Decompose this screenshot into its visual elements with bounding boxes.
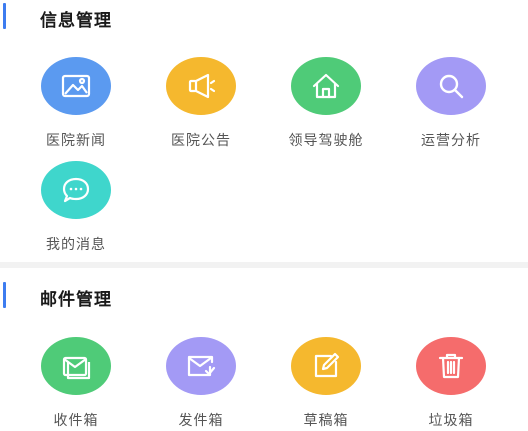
menu-item-inbox[interactable]: 收件箱 (14, 337, 138, 431)
chat-bubble-icon (41, 161, 111, 219)
menu-item-leadership-cockpit[interactable]: 领导驾驶舱 (264, 57, 388, 157)
section-header: 邮件管理 (0, 282, 528, 318)
image-icon (41, 57, 111, 115)
section-header: 信息管理 (0, 0, 528, 36)
menu-item-operation-analysis[interactable]: 运营分析 (389, 57, 513, 157)
megaphone-icon (166, 57, 236, 115)
menu-item-label: 领导驾驶舱 (288, 133, 364, 149)
menu-item-outbox[interactable]: 发件箱 (139, 337, 263, 431)
menu-item-label: 我的消息 (46, 237, 106, 253)
search-icon (416, 57, 486, 115)
section-accent-bar (3, 3, 6, 29)
section-title: 邮件管理 (40, 290, 112, 310)
menu-item-hospital-notice[interactable]: 医院公告 (139, 57, 263, 157)
section-title: 信息管理 (40, 11, 112, 31)
menu-item-my-messages[interactable]: 我的消息 (14, 161, 138, 261)
menu-item-drafts[interactable]: 草稿箱 (264, 337, 388, 431)
edit-icon (291, 337, 361, 395)
section-divider (0, 262, 528, 268)
home-icon (291, 57, 361, 115)
section-accent-bar (3, 282, 6, 308)
menu-item-label: 垃圾箱 (428, 413, 474, 429)
menu-item-hospital-news[interactable]: 医院新闻 (14, 57, 138, 157)
menu-item-label: 运营分析 (421, 133, 481, 149)
menu-item-label: 医院公告 (171, 133, 231, 149)
outbox-icon (166, 337, 236, 395)
inbox-icon (41, 337, 111, 395)
trash-icon (416, 337, 486, 395)
menu-item-label: 医院新闻 (46, 133, 106, 149)
menu-item-label: 收件箱 (53, 413, 99, 429)
menu-item-trash[interactable]: 垃圾箱 (389, 337, 513, 431)
menu-item-label: 草稿箱 (303, 413, 349, 429)
app-page: 信息管理 医院新闻 医院公告 领导驾驶舱 运营分析 我的消息 邮件管理 收件箱 … (0, 0, 528, 431)
menu-item-label: 发件箱 (178, 413, 224, 429)
